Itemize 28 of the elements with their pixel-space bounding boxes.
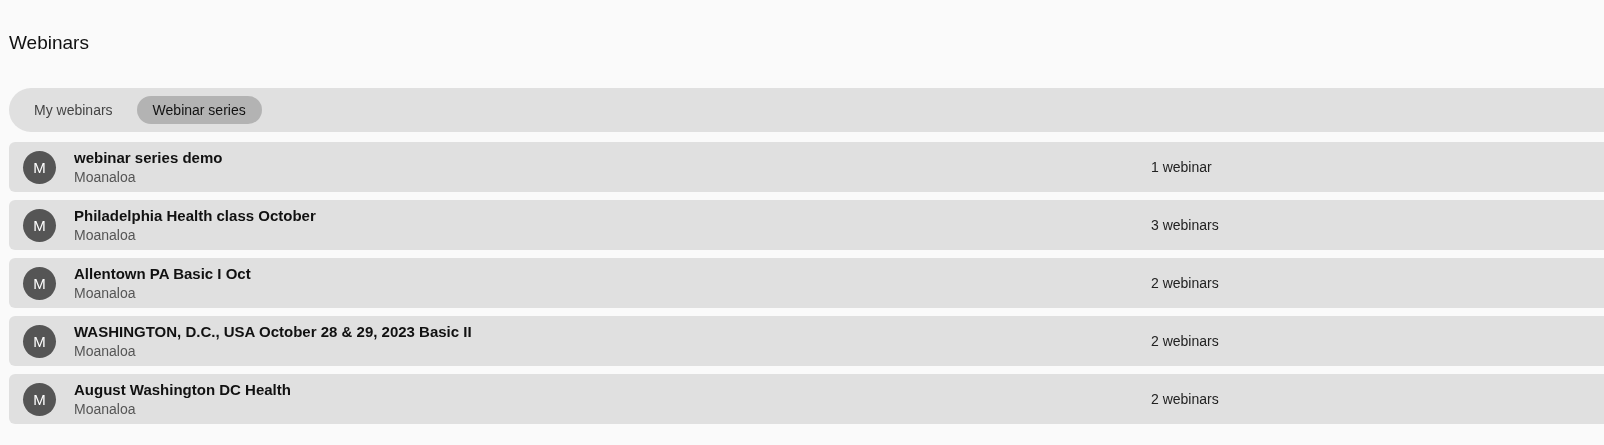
host-name: Moanaloa bbox=[74, 343, 136, 359]
webinar-count: 2 webinars bbox=[1151, 275, 1219, 291]
avatar: M bbox=[23, 382, 56, 416]
webinar-count: 2 webinars bbox=[1151, 391, 1219, 407]
series-row[interactable]: M Allentown PA Basic I Oct Moanaloa 2 webinars bbox=[9, 258, 1604, 308]
webinar-count: 2 webinars bbox=[1151, 333, 1219, 349]
series-title: Allentown PA Basic I Oct bbox=[74, 265, 251, 282]
host-name: Moanaloa bbox=[74, 285, 136, 301]
host-name: Moanaloa bbox=[74, 401, 136, 417]
webinar-count: 1 webinar bbox=[1151, 159, 1212, 175]
host-name: Moanaloa bbox=[74, 227, 136, 243]
series-title: webinar series demo bbox=[74, 149, 223, 166]
tab[interactable]: My webinars bbox=[18, 96, 129, 124]
series-row[interactable]: M Philadelphia Health class October Moanaloa 3 webinars bbox=[9, 200, 1604, 250]
host-name: Moanaloa bbox=[74, 169, 136, 185]
avatar: M bbox=[23, 150, 56, 184]
avatar: M bbox=[23, 208, 56, 242]
avatar: M bbox=[23, 266, 56, 300]
series-title: Philadelphia Health class October bbox=[74, 207, 316, 224]
series-title: August Washington DC Health bbox=[74, 381, 291, 398]
series-title: WASHINGTON, D.C., USA October 28 & 29, 2023 Basic II bbox=[74, 323, 472, 340]
series-row[interactable]: M webinar series demo Moanaloa 1 webinar bbox=[9, 142, 1604, 192]
series-row[interactable]: M August Washington DC Health Moanaloa 2 webinars bbox=[9, 374, 1604, 424]
page-title: Webinars bbox=[9, 31, 89, 55]
avatar: M bbox=[23, 324, 56, 358]
series-row[interactable]: M WASHINGTON, D.C., USA October 28 & 29, 2023 Basic II Moanaloa 2 webinars bbox=[9, 316, 1604, 366]
tab[interactable]: Webinar series bbox=[136, 96, 262, 124]
webinar-count: 3 webinars bbox=[1151, 217, 1219, 233]
